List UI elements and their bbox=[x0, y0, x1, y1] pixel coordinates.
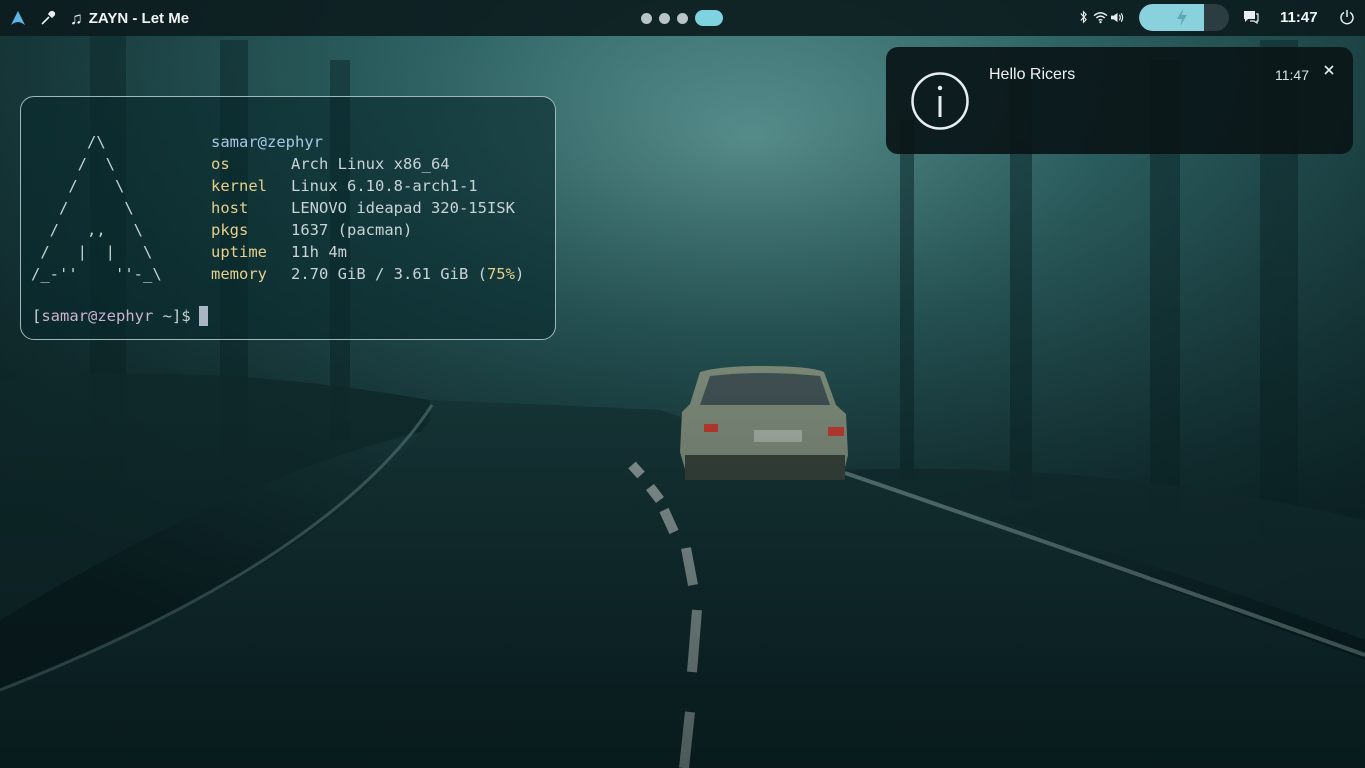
wifi-icon[interactable] bbox=[1093, 9, 1108, 25]
fetch-value: 11h 4m bbox=[291, 243, 347, 261]
fetch-memory-row: memory 2.70 GiB / 3.61 GiB (75%) bbox=[211, 263, 524, 285]
fetch-key: host bbox=[211, 199, 249, 217]
top-bar-left: ♫ ZAYN - Let Me bbox=[10, 0, 189, 36]
memory-close-paren: ) bbox=[514, 265, 525, 283]
fetch-key: memory bbox=[211, 265, 267, 283]
fetch-row: host LENOVO ideapad 320-15ISK bbox=[211, 197, 524, 219]
workspace-switcher bbox=[641, 9, 723, 27]
notification-popup[interactable]: Hello Ricers 11:47 bbox=[886, 47, 1353, 154]
fetch-row: uptime 11h 4m bbox=[211, 241, 524, 263]
terminal-window[interactable]: /\ / \ / \ / \ / ,, \ / | | \ /_-'' ''-_… bbox=[20, 96, 556, 340]
arch-ascii-logo: /\ / \ / \ / \ / ,, \ / | | \ /_-'' ''-_… bbox=[31, 133, 162, 283]
fetch-key: kernel bbox=[211, 177, 267, 195]
battery-indicator[interactable] bbox=[1139, 4, 1229, 31]
top-bar: ♫ ZAYN - Let Me 11:47 bbox=[0, 0, 1365, 36]
shell-prompt[interactable]: [samar@zephyr ~]$ bbox=[32, 306, 208, 326]
fetch-value: 1637 (pacman) bbox=[291, 221, 413, 239]
fetch-row: kernel Linux 6.10.8-arch1-1 bbox=[211, 175, 524, 197]
workspace-dot[interactable] bbox=[641, 12, 652, 24]
fetch-row: os Arch Linux x86_64 bbox=[211, 153, 524, 175]
media-player[interactable]: ♫ ZAYN - Let Me bbox=[70, 10, 189, 27]
fetch-key: uptime bbox=[211, 243, 267, 261]
power-icon[interactable] bbox=[1339, 9, 1355, 25]
fetch-value: Linux 6.10.8-arch1-1 bbox=[291, 177, 478, 195]
close-icon[interactable] bbox=[1322, 63, 1336, 77]
fetch-value: LENOVO ideapad 320-15ISK bbox=[291, 199, 515, 217]
system-tray bbox=[1076, 9, 1125, 25]
prompt-user-host: samar@zephyr bbox=[41, 307, 154, 325]
workspace-active[interactable] bbox=[695, 10, 723, 26]
music-note-icon: ♫ bbox=[70, 8, 83, 28]
arch-linux-icon[interactable] bbox=[10, 10, 26, 26]
bluetooth-icon[interactable] bbox=[1076, 9, 1091, 25]
charging-bolt-icon bbox=[1175, 9, 1189, 26]
fetch-user-host-row: samar@zephyr bbox=[211, 131, 524, 153]
info-icon bbox=[910, 71, 970, 131]
fetch-key: pkgs bbox=[211, 221, 249, 239]
clock[interactable]: 11:47 bbox=[1280, 9, 1318, 26]
fetch-user-host: samar@zephyr bbox=[211, 133, 323, 151]
notification-time: 11:47 bbox=[1275, 67, 1309, 83]
media-title: ZAYN - Let Me bbox=[88, 9, 190, 27]
text-cursor bbox=[198, 306, 208, 326]
workspace-dot[interactable] bbox=[659, 12, 670, 24]
prompt-close: ]$ bbox=[172, 307, 191, 325]
fetch-info: samar@zephyr os Arch Linux x86_64kernel Li… bbox=[211, 131, 524, 285]
color-picker-icon[interactable] bbox=[40, 10, 56, 26]
notification-title: Hello Ricers bbox=[989, 66, 1076, 83]
prompt-open: [ bbox=[32, 307, 42, 325]
fetch-value: 2.70 GiB / 3.61 GiB ( bbox=[291, 265, 487, 283]
fetch-value: Arch Linux x86_64 bbox=[291, 155, 450, 173]
fetch-key: os bbox=[211, 155, 230, 173]
battery-level-fill bbox=[1139, 4, 1204, 31]
chat-bubble-icon[interactable] bbox=[1242, 9, 1260, 25]
workspace-dot[interactable] bbox=[677, 12, 688, 24]
prompt-dir: ~ bbox=[153, 307, 172, 325]
fetch-row: pkgs 1637 (pacman) bbox=[211, 219, 524, 241]
volume-icon[interactable] bbox=[1110, 9, 1125, 25]
memory-percent: 75% bbox=[486, 265, 515, 283]
